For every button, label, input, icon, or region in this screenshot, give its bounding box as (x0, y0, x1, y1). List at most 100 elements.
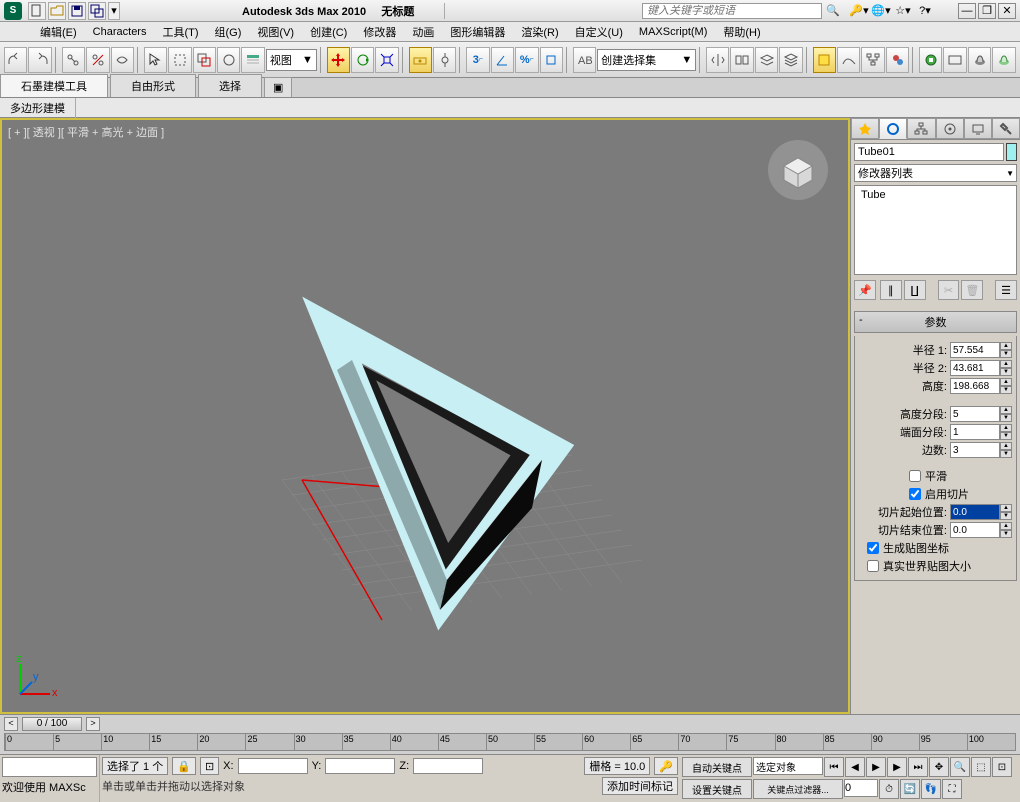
search-input[interactable] (642, 3, 822, 19)
maximize-button[interactable]: ❐ (978, 3, 996, 19)
radius1-input[interactable] (950, 342, 1000, 358)
slice-from-down[interactable]: ▼ (1000, 512, 1012, 520)
select-move-icon[interactable] (327, 47, 350, 73)
radius2-down[interactable]: ▼ (1000, 368, 1012, 376)
close-button[interactable]: ✕ (998, 3, 1016, 19)
named-select-icon[interactable]: ABC (573, 47, 596, 73)
viewport[interactable]: [ + ][ 透视 ][ 平滑 + 高光 + 边面 ] (0, 118, 850, 714)
render-frame-icon[interactable] (943, 47, 966, 73)
percent-snap-icon[interactable]: %⌐ (515, 47, 538, 73)
curve-editor-icon[interactable] (837, 47, 860, 73)
schematic-icon[interactable] (861, 47, 884, 73)
viewport-walk-icon[interactable]: 👣 (921, 779, 941, 799)
genuv-checkbox[interactable] (867, 542, 879, 554)
panel-tab-utilities-icon[interactable] (992, 118, 1020, 139)
y-input[interactable] (325, 758, 395, 774)
autokey-button[interactable]: 自动关键点 (682, 757, 752, 777)
menu-create[interactable]: 创建(C) (302, 22, 355, 42)
ribbon-tab-selection[interactable]: 选择 (198, 74, 262, 97)
configure-modifier-icon[interactable]: ☰ (995, 280, 1017, 300)
viewport-zoomext-icon[interactable]: ⊡ (992, 757, 1012, 777)
undo-icon[interactable] (4, 47, 27, 73)
timeline-next-icon[interactable]: > (86, 717, 100, 731)
use-pivot-icon[interactable] (409, 47, 432, 73)
menu-group[interactable]: 组(G) (207, 22, 250, 42)
viewport-label[interactable]: [ + ][ 透视 ][ 平滑 + 高光 + 边面 ] (8, 124, 164, 140)
hsegs-down[interactable]: ▼ (1000, 414, 1012, 422)
panel-tab-display-icon[interactable] (964, 118, 992, 139)
panel-tab-create-icon[interactable] (851, 118, 879, 139)
menu-modifiers[interactable]: 修改器 (355, 22, 404, 42)
modifier-list-dropdown[interactable]: 修改器列表 (854, 164, 1017, 182)
z-input[interactable] (413, 758, 483, 774)
frame-input[interactable] (844, 779, 878, 797)
align-icon[interactable] (730, 47, 753, 73)
ribbon-section-polymodel[interactable]: 多边形建模 (0, 98, 76, 118)
timetag-icon[interactable]: 🔑 (654, 757, 678, 775)
pin-stack-icon[interactable]: 📌 (854, 280, 876, 300)
menu-characters[interactable]: Characters (85, 24, 155, 40)
make-unique-icon[interactable]: ∐ (904, 280, 926, 300)
slice-to-up[interactable]: ▲ (1000, 522, 1012, 530)
ribbon-tab-graphite[interactable]: 石墨建模工具 (0, 74, 108, 97)
object-color-swatch[interactable] (1006, 143, 1017, 161)
timeline-prev-icon[interactable]: < (4, 717, 18, 731)
setkey-button[interactable]: 设置关键点 (682, 779, 752, 799)
angle-snap-icon[interactable] (491, 47, 514, 73)
radius1-up[interactable]: ▲ (1000, 342, 1012, 350)
menu-rendering[interactable]: 渲染(R) (513, 22, 566, 42)
qat-open-icon[interactable] (48, 2, 66, 20)
qat-save-icon[interactable] (68, 2, 86, 20)
play-next-icon[interactable]: ▶ (887, 757, 907, 777)
menu-views[interactable]: 视图(V) (249, 22, 302, 42)
snap-3d-icon[interactable]: 3⌐ (466, 47, 489, 73)
selection-set-dropdown[interactable]: 创建选择集▼ (597, 49, 696, 71)
material-editor-icon[interactable] (886, 47, 909, 73)
select-rotate-icon[interactable] (351, 47, 374, 73)
slice-to-down[interactable]: ▼ (1000, 530, 1012, 538)
viewport-fov-icon[interactable]: ⬚ (971, 757, 991, 777)
object-name-input[interactable] (854, 143, 1004, 161)
binoculars-icon[interactable]: 🔍 (823, 2, 843, 20)
slice-from-up[interactable]: ▲ (1000, 504, 1012, 512)
menu-tools[interactable]: 工具(T) (154, 22, 206, 42)
lock-selection-icon[interactable]: 🔒 (172, 757, 196, 775)
realworld-checkbox[interactable] (867, 560, 879, 572)
select-rect-icon[interactable] (168, 47, 191, 73)
render-icon[interactable] (968, 47, 991, 73)
help-icon[interactable]: ?▾ (915, 2, 935, 20)
menu-help[interactable]: 帮助(H) (715, 22, 768, 42)
bind-spacewarp-icon[interactable] (111, 47, 134, 73)
hsegs-up[interactable]: ▲ (1000, 406, 1012, 414)
height-input[interactable] (950, 378, 1000, 394)
play-start-icon[interactable]: ⏮ (824, 757, 844, 777)
viewport-max-icon[interactable]: ⛶ (942, 779, 962, 799)
play-icon[interactable]: ▶ (866, 757, 886, 777)
quick-render-icon[interactable] (992, 47, 1015, 73)
menu-maxscript[interactable]: MAXScript(M) (631, 24, 715, 40)
panel-tab-hierarchy-icon[interactable] (907, 118, 935, 139)
select-scale-icon[interactable] (375, 47, 398, 73)
menu-animation[interactable]: 动画 (404, 22, 442, 42)
time-slider-handle[interactable]: 0 / 100 (22, 717, 82, 731)
spinner-snap-icon[interactable] (540, 47, 563, 73)
panel-tab-motion-icon[interactable] (936, 118, 964, 139)
play-end-icon[interactable]: ⏭ (908, 757, 928, 777)
rollout-parameters[interactable]: 参数 (854, 311, 1017, 333)
hsegs-input[interactable] (950, 406, 1000, 422)
layer-manager-icon[interactable] (779, 47, 802, 73)
redo-icon[interactable] (28, 47, 51, 73)
csegs-down[interactable]: ▼ (1000, 432, 1012, 440)
star-icon[interactable]: ☆▾ (893, 2, 913, 20)
layers-icon[interactable] (755, 47, 778, 73)
qat-new-icon[interactable] (28, 2, 46, 20)
selection-filter-icon[interactable] (217, 47, 240, 73)
sides-up[interactable]: ▲ (1000, 442, 1012, 450)
graphite-icon[interactable] (813, 47, 836, 73)
csegs-input[interactable] (950, 424, 1000, 440)
reference-coord-dropdown[interactable]: 视图▼ (266, 49, 317, 71)
isolate-icon[interactable]: ⊡ (200, 757, 219, 775)
height-up[interactable]: ▲ (1000, 378, 1012, 386)
qat-more-icon[interactable]: ▾ (108, 2, 120, 20)
slice-from-input[interactable] (950, 504, 1000, 520)
